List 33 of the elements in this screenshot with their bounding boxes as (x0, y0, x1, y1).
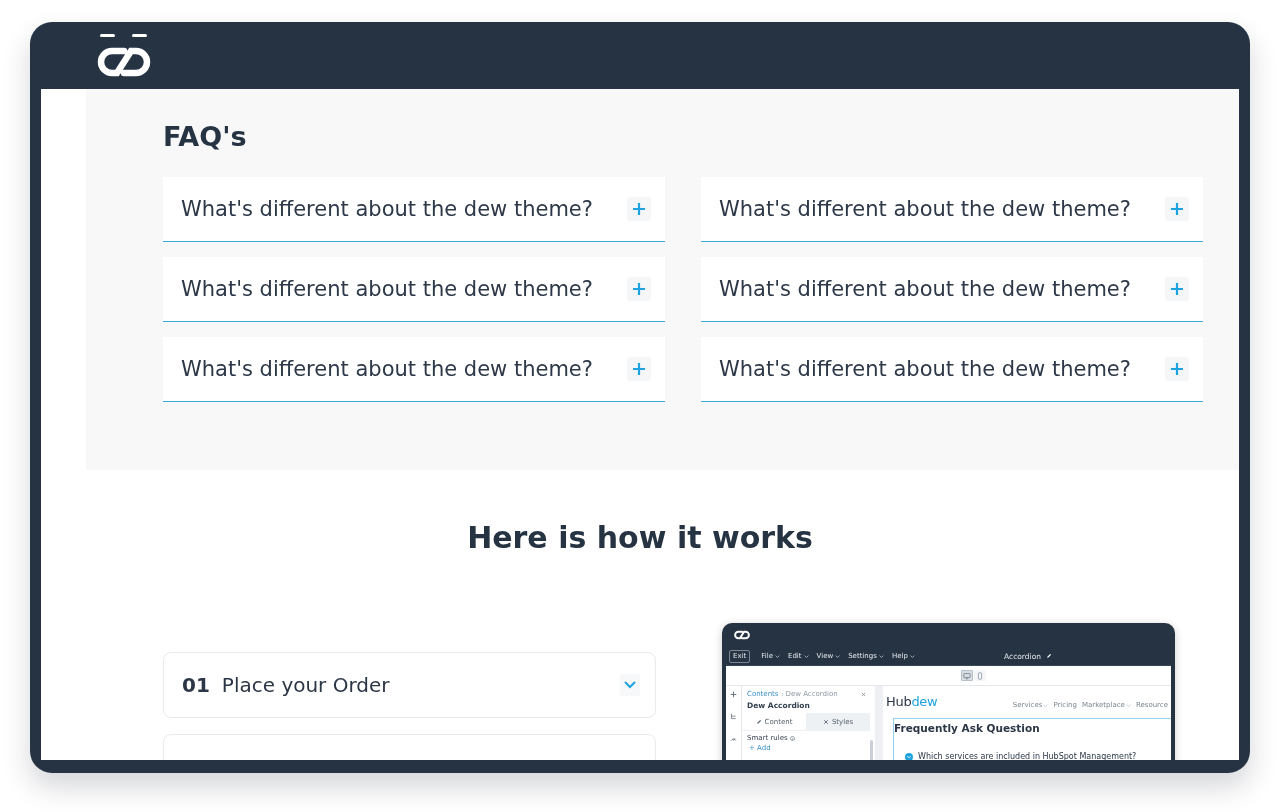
mobile-icon (976, 671, 984, 680)
pencil-icon (755, 718, 762, 725)
caret-down-icon (878, 653, 884, 659)
caret-down-icon (835, 653, 841, 659)
gauge-icon[interactable] (730, 735, 737, 742)
chevron-right-icon (780, 691, 784, 697)
plus-icon[interactable] (730, 691, 737, 698)
close-icon[interactable] (861, 691, 866, 697)
accordion-question[interactable]: Which services are included in HubSpot Management? (905, 752, 1137, 760)
caret-down-icon (803, 653, 809, 659)
chain-link-icon (733, 629, 751, 641)
faq-heading: FAQ's (163, 120, 248, 154)
desktop-icon (963, 671, 971, 680)
brand-logo: Hubdew (886, 694, 938, 710)
tree-icon[interactable] (730, 713, 737, 720)
device-toggle[interactable] (961, 670, 973, 681)
cross-icon (822, 719, 829, 725)
faq-item[interactable]: What's different about the dew theme? (163, 257, 665, 322)
caret-down-icon (1125, 702, 1131, 708)
caret-down-icon (1043, 702, 1049, 708)
pencil-icon[interactable] (1046, 653, 1052, 659)
faq-item[interactable]: What's different about the dew theme? (701, 177, 1203, 242)
caret-down-icon (909, 653, 915, 659)
faq-item[interactable]: What's different about the dew theme? (163, 337, 665, 402)
preview-heading: Frequently Ask Question (894, 721, 1041, 735)
caret-down-icon (775, 653, 780, 659)
faq-item[interactable]: What's different about the dew theme? (163, 177, 665, 242)
device-toggle[interactable] (974, 670, 986, 681)
faq-item[interactable]: What's different about the dew theme? (701, 337, 1203, 402)
info-icon (789, 736, 795, 741)
step-accordion[interactable]: 01 Place your Order (163, 652, 656, 718)
section-heading: Here is how it works (466, 520, 814, 556)
faq-item[interactable]: What's different about the dew theme? (701, 257, 1203, 322)
